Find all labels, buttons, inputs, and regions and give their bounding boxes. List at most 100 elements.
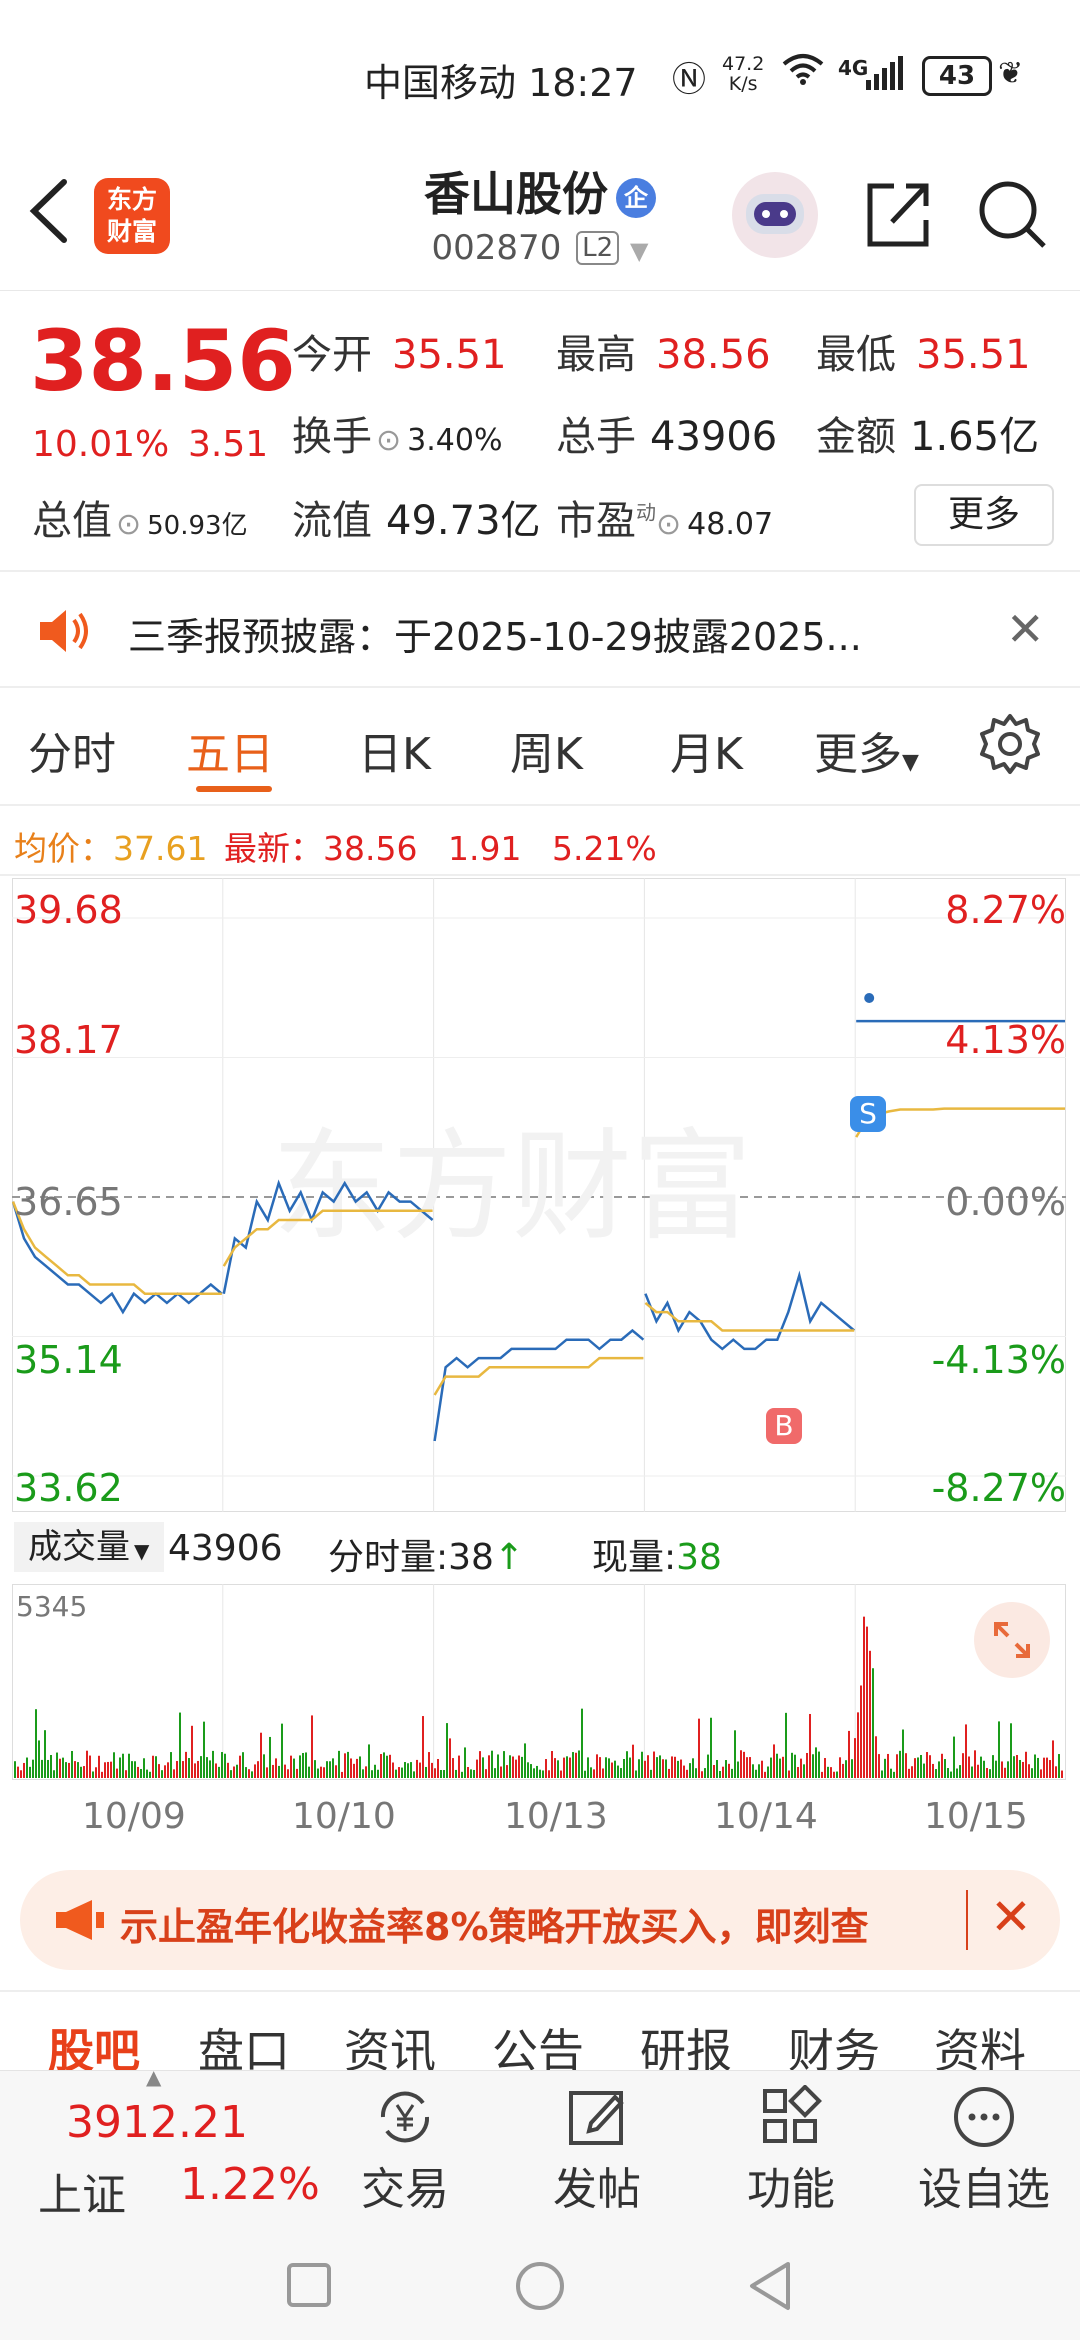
volume-bar (437, 1759, 439, 1778)
volume-bar (47, 1759, 49, 1778)
volume-bar (146, 1769, 148, 1778)
volume-bar (866, 1626, 868, 1778)
volume-bar (185, 1751, 187, 1778)
volume-bar (794, 1754, 796, 1778)
volume-bar (731, 1768, 733, 1778)
y-left-label: 39.68 (14, 888, 123, 932)
nfc-icon: Ⓝ (672, 60, 706, 100)
volume-bar (596, 1754, 598, 1778)
volume-bar (83, 1766, 85, 1778)
tab-five-day[interactable]: 五日 (186, 718, 274, 782)
volume-bar (797, 1767, 799, 1778)
buy-marker[interactable]: B (766, 1408, 802, 1444)
volume-bar (479, 1751, 481, 1778)
volume-bar (779, 1758, 781, 1778)
share-icon[interactable] (864, 178, 934, 254)
volume-bar (737, 1761, 739, 1778)
index-name[interactable]: 上证 (38, 2159, 126, 2223)
pe-field[interactable]: 市盈动⊙ 48.07 (556, 488, 773, 546)
index-pct[interactable]: 1.22% (180, 2159, 320, 2210)
volume-bar (287, 1769, 289, 1778)
volume-bar (251, 1771, 253, 1778)
divider (0, 874, 1080, 876)
volume-bar (860, 1685, 862, 1778)
volume-bar (314, 1760, 316, 1778)
volume-bar (113, 1752, 115, 1778)
volume-bar (539, 1769, 541, 1778)
volume-bar (449, 1738, 451, 1778)
volume-bar (791, 1752, 793, 1778)
volume-bar (812, 1754, 814, 1778)
volume-bar (953, 1736, 955, 1778)
tab-more[interactable]: 更多▼ (814, 718, 919, 782)
open-field: 今开 35.51 (292, 332, 507, 378)
promo-banner[interactable]: 示止盈年化收益率8%策略开放买入，即刻查 ✕ (20, 1870, 1060, 1970)
volume-bar (659, 1755, 661, 1778)
volume-bar (296, 1768, 298, 1778)
settings-gear-icon[interactable] (978, 712, 1042, 780)
expand-icon[interactable] (974, 1602, 1050, 1678)
volume-bar (263, 1754, 265, 1778)
back-nav-icon[interactable] (746, 2260, 794, 2316)
volume-bar (959, 1765, 961, 1778)
volume-bar (134, 1761, 136, 1778)
tab-weekly-k[interactable]: 周K (510, 718, 583, 782)
volume-bar (371, 1770, 373, 1778)
volume-bar (386, 1755, 388, 1778)
recent-apps-icon[interactable] (286, 2262, 332, 2312)
nav-functions[interactable]: 功能 (746, 2084, 836, 2217)
robot-assistant-icon[interactable] (732, 172, 818, 258)
nav-trade[interactable]: 交易 (360, 2085, 450, 2217)
tab-intraday[interactable]: 分时 (28, 718, 116, 782)
close-icon[interactable]: ✕ (1006, 602, 1045, 656)
five-day-chart[interactable]: 东方财富 39.68 38.17 36.65 35.14 33.62 8.27%… (12, 878, 1066, 1512)
volume-bar (1055, 1766, 1057, 1778)
volume-bar (317, 1768, 319, 1778)
volume-bar (986, 1767, 988, 1778)
carrier-time: 中国移动 18:27 (364, 61, 638, 105)
volume-bar (533, 1768, 535, 1778)
tab-monthly-k[interactable]: 月K (670, 718, 743, 782)
volume-bar (422, 1716, 424, 1778)
volume-bar (155, 1756, 157, 1778)
system-nav-bar (0, 2226, 1080, 2340)
volume-bar (341, 1771, 343, 1778)
volume-bar (1028, 1764, 1030, 1778)
volume-bar (1022, 1761, 1024, 1778)
volume-bar (743, 1751, 745, 1778)
volume-bar (221, 1752, 223, 1778)
volume-bar (623, 1758, 625, 1778)
volume-bar (764, 1771, 766, 1778)
volume-bar (668, 1768, 670, 1778)
search-icon[interactable] (976, 178, 1048, 254)
volume-bar (482, 1757, 484, 1778)
tab-daily-k[interactable]: 日K (358, 718, 431, 782)
volume-selector[interactable]: 成交量 ▼ (14, 1522, 164, 1572)
volume-bar (740, 1750, 742, 1778)
notice-text: 三季报预披露：于2025-10-29披露2025... (128, 615, 862, 659)
volume-bar (497, 1754, 499, 1778)
stock-code: 002870 (431, 228, 562, 268)
volume-bar (548, 1770, 550, 1778)
volume-bar (899, 1750, 901, 1778)
sell-marker[interactable]: S (850, 1096, 886, 1132)
volume-bar (1007, 1761, 1009, 1778)
volume-bar (227, 1762, 229, 1778)
index-value[interactable]: 3912.21 (66, 2097, 248, 2148)
volume-bar (875, 1736, 877, 1778)
volume-bar (1052, 1740, 1054, 1778)
nav-add-watchlist[interactable]: 设自选 (904, 2085, 1064, 2217)
home-icon[interactable] (514, 2260, 566, 2316)
close-icon[interactable]: ✕ (990, 1888, 1032, 1946)
nav-post[interactable]: 发帖 (552, 2085, 642, 2217)
volume-bar (329, 1761, 331, 1778)
more-circle-icon (954, 2087, 1014, 2147)
notice-bar[interactable]: 三季报预披露：于2025-10-29披露2025... ✕ (0, 576, 1080, 686)
volume-bar (707, 1754, 709, 1778)
more-quote-button[interactable]: 更多 (914, 484, 1054, 546)
volume-bar (293, 1758, 295, 1778)
volume-bar (14, 1761, 16, 1778)
turnover-field[interactable]: 换手 ⊙ 3.40% (292, 404, 502, 462)
volume-bar (29, 1766, 31, 1778)
market-cap-field[interactable]: 总值 ⊙ 50.93亿 (32, 488, 248, 546)
